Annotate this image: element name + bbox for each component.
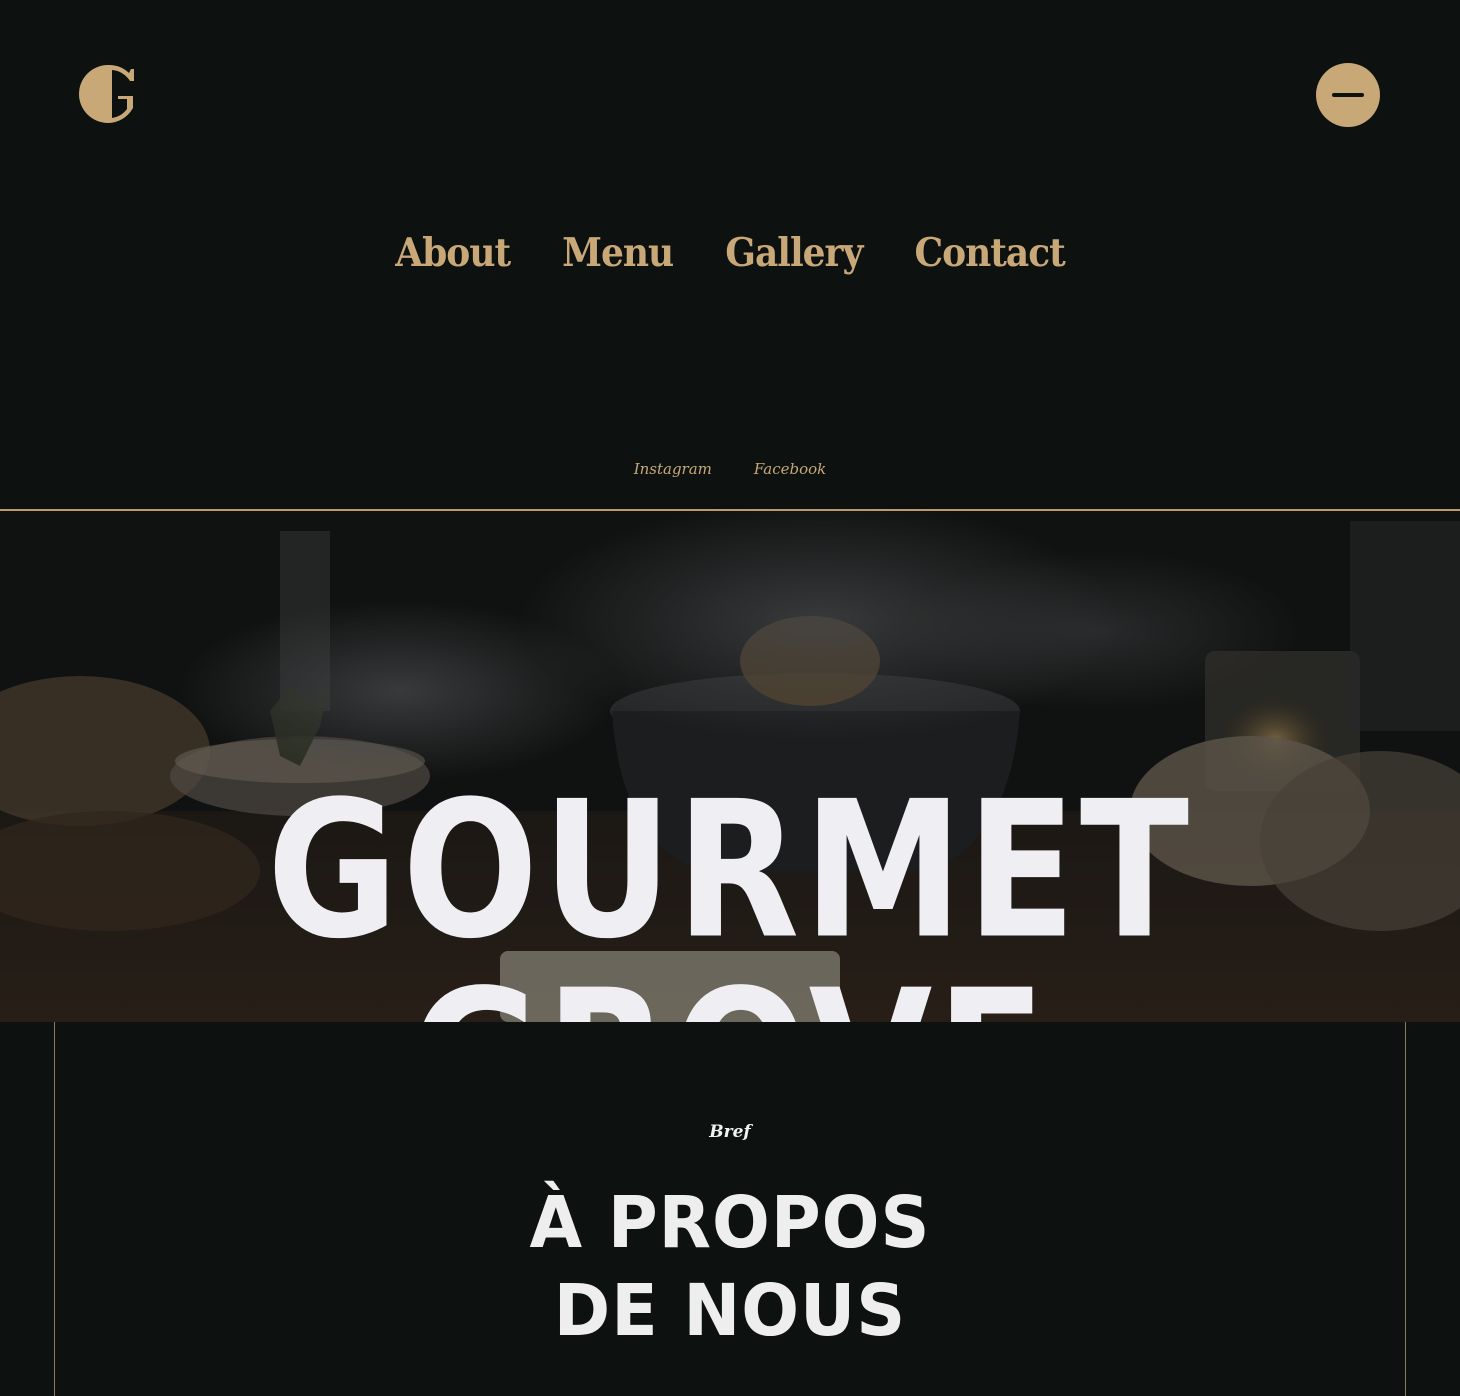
hero-title: GOURMET GROVE: [266, 759, 1194, 1022]
facebook-link[interactable]: Facebook: [754, 460, 826, 478]
about-section: Bref À PROPOS DE NOUS: [54, 1022, 1406, 1396]
about-kicker: Bref: [709, 1122, 751, 1142]
main-nav: About Menu Gallery Contact: [0, 230, 1460, 275]
social-links: Instagram Facebook: [0, 460, 1460, 478]
about-title-line-2: DE NOUS: [553, 1270, 907, 1353]
site-header: About Menu Gallery Contact Instagram Fac…: [0, 0, 1460, 511]
g-monogram-icon[interactable]: [78, 63, 142, 125]
instagram-link[interactable]: Instagram: [634, 460, 712, 478]
about-title-line-1: À PROPOS: [529, 1182, 931, 1265]
nav-item-gallery[interactable]: Gallery: [725, 230, 863, 275]
menu-minus-icon: [1332, 93, 1364, 97]
nav-item-contact[interactable]: Contact: [914, 230, 1065, 275]
hero-section: GOURMET GROVE: [0, 511, 1460, 1022]
nav-item-menu[interactable]: Menu: [562, 230, 674, 275]
about-title: À PROPOS DE NOUS: [55, 1180, 1405, 1356]
menu-toggle-button[interactable]: [1316, 63, 1380, 127]
nav-item-about[interactable]: About: [395, 230, 511, 275]
